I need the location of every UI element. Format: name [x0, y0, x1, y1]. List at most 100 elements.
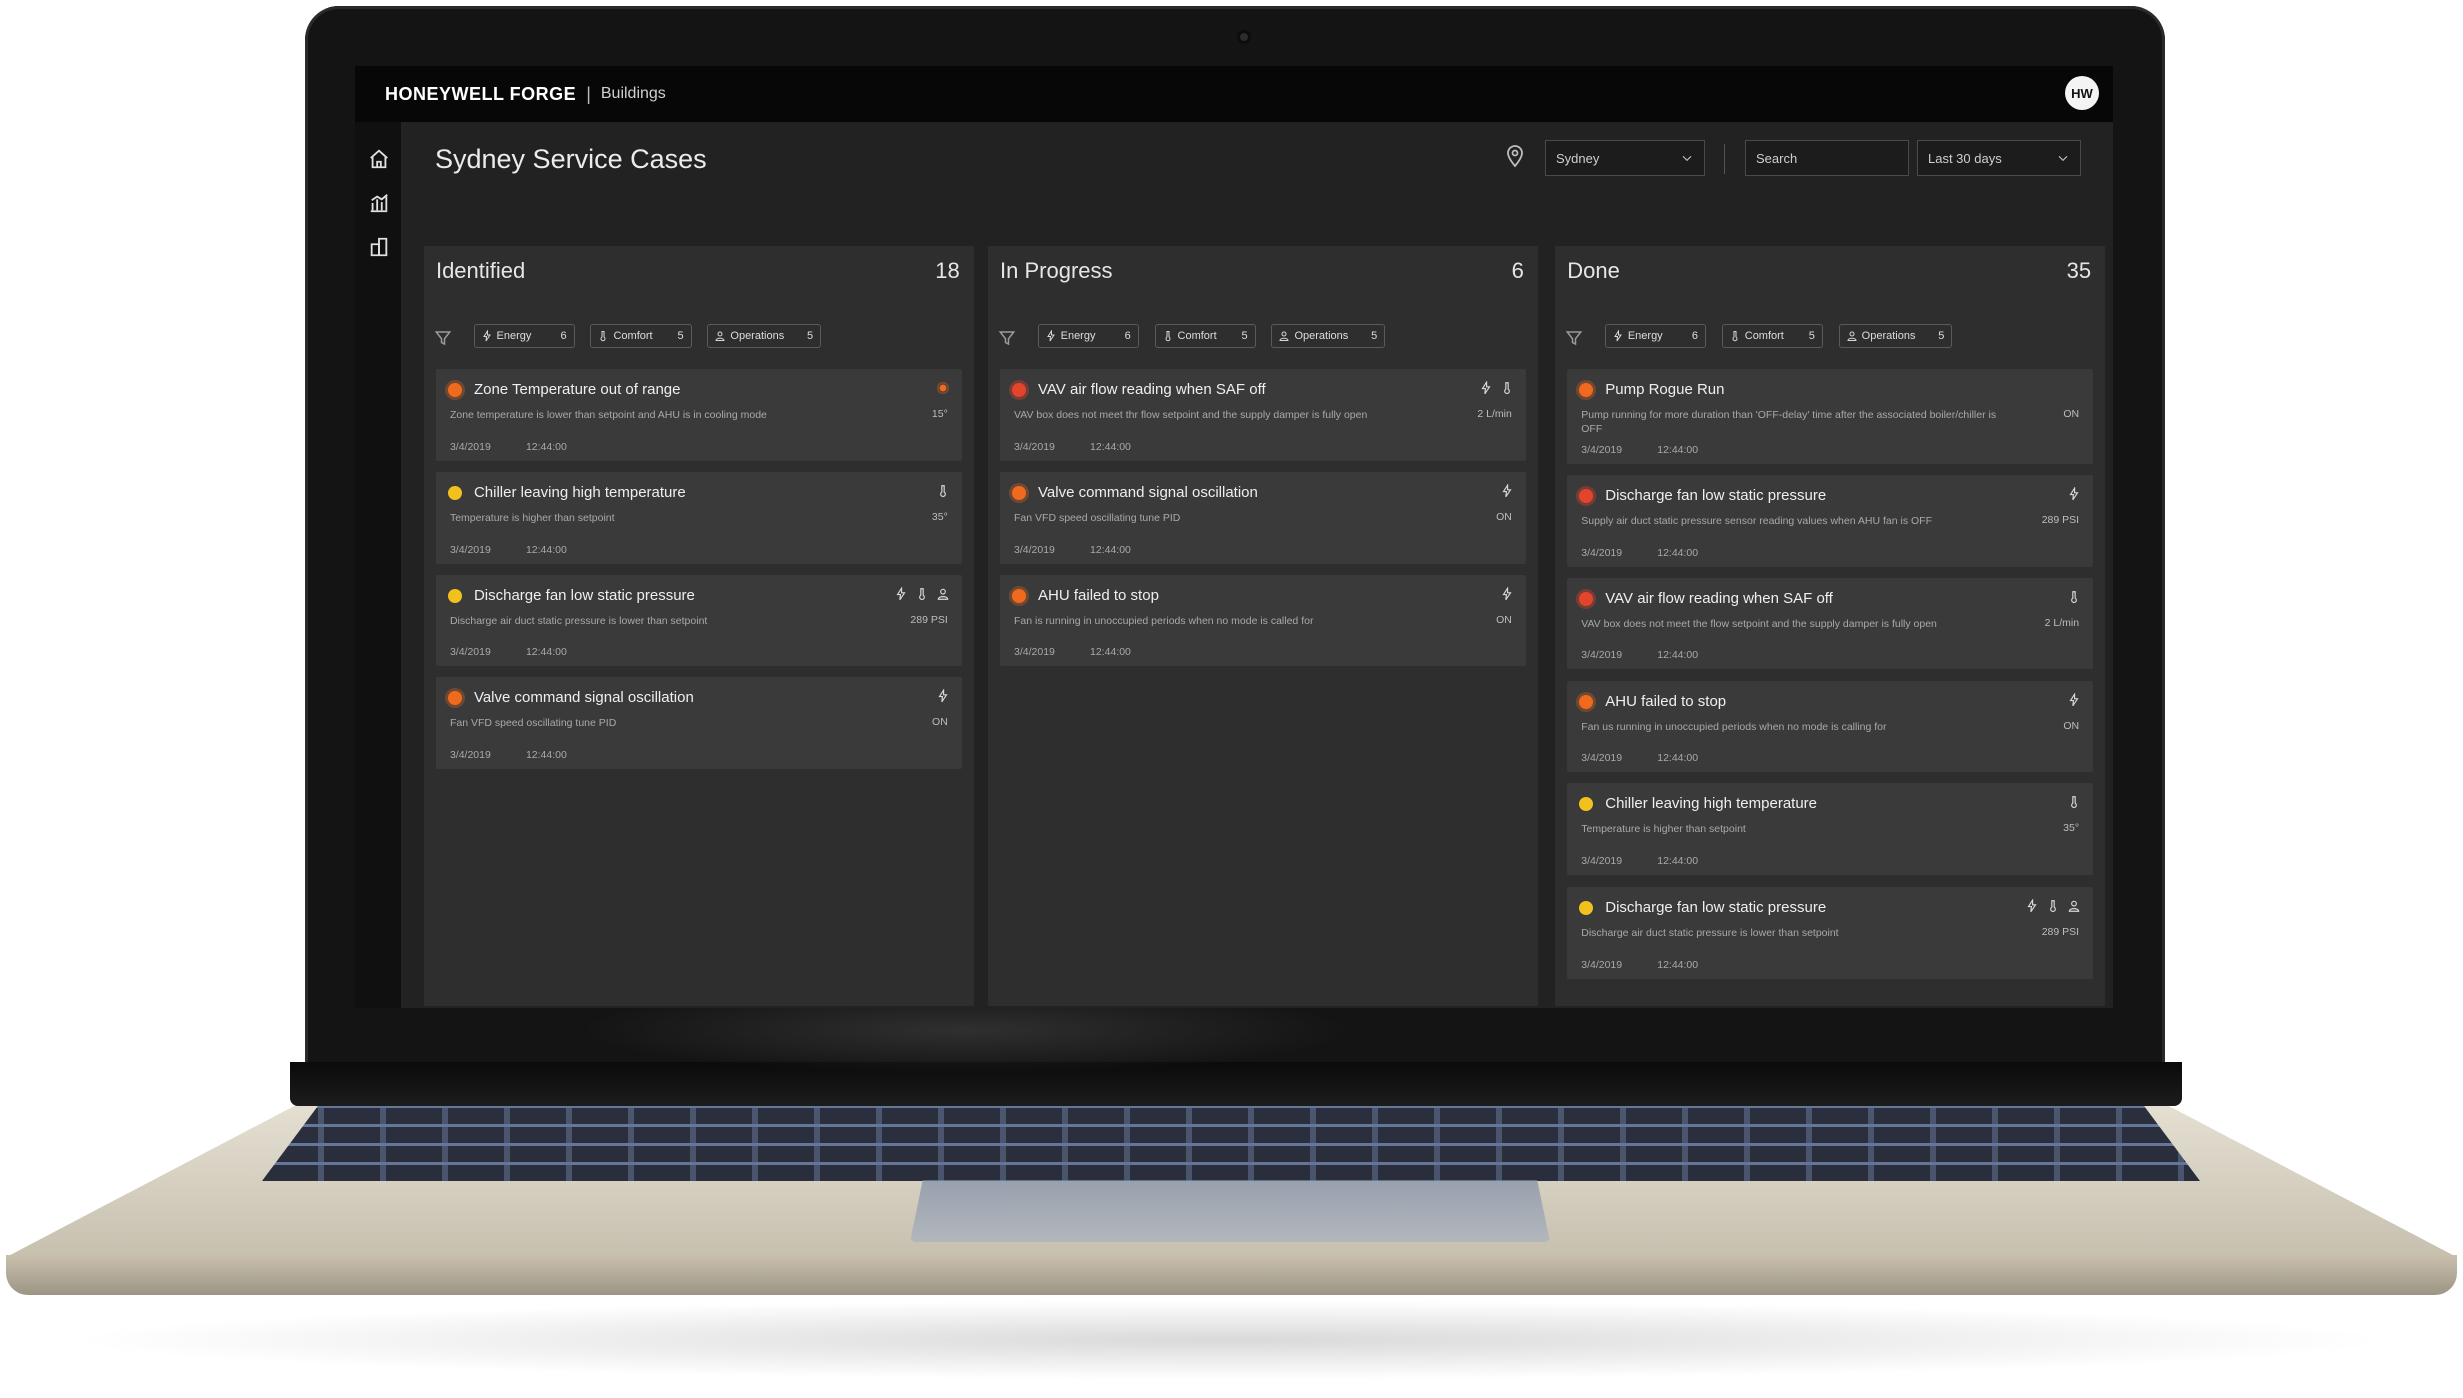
case-description: Zone temperature is lower than setpoint … [449, 409, 767, 422]
case-value: 289 PSI [2041, 926, 2080, 939]
filter-chip-count: 5 [807, 330, 814, 342]
filter-chip-energy[interactable]: Energy 6 [1037, 324, 1139, 348]
case-card[interactable]: Pump Rogue Run Pump running for more dura… [1567, 369, 2094, 465]
case-value: 289 PSI [2041, 514, 2080, 527]
case-description: Fan is running in unoccupied periods whe… [1014, 614, 1314, 627]
case-category-icons [1500, 483, 1514, 498]
filter-icon[interactable] [1565, 329, 1583, 347]
filter-chip-energy[interactable]: Energy 6 [1604, 324, 1706, 348]
person-icon [2067, 899, 2081, 913]
case-description: Supply air duct static pressure sensor r… [1581, 515, 1932, 528]
bolt-icon [1500, 483, 1514, 498]
case-description: Discharge air duct static pressure is lo… [449, 614, 708, 627]
column-header: Identified 18 [436, 258, 960, 290]
column-identified: Identified 18 Energy 6 Comfort 5 Operations 5 Zo… [423, 246, 974, 1006]
filter-chip-energy[interactable]: Energy 6 [473, 324, 575, 348]
date-range-select[interactable]: Last 30 days [1917, 140, 2081, 176]
case-card[interactable]: Valve command signal oscillation Fan VFD … [1000, 471, 1526, 564]
toolbar-divider [1724, 144, 1725, 174]
column-count: 18 [935, 258, 960, 283]
case-card[interactable]: Chiller leaving high temperature Temperat… [435, 471, 962, 564]
filter-chip-count: 5 [1241, 330, 1248, 342]
filter-icon[interactable] [434, 329, 452, 347]
case-title: Discharge fan low static pressure [473, 586, 695, 604]
home-icon[interactable] [368, 148, 390, 170]
filter-chip-count: 5 [1371, 330, 1378, 342]
filter-chip-operations[interactable]: Operations 5 [1271, 324, 1386, 348]
filter-chip-label: Comfort [613, 330, 653, 342]
filter-chip-label: Operations [1861, 330, 1916, 342]
brand-logo[interactable]: HONEYWELL FORGE [385, 84, 576, 105]
case-category-icons [1479, 381, 1514, 395]
case-card[interactable]: VAV air flow reading when SAF off VAV box… [1000, 369, 1526, 461]
case-title: AHU failed to stop [1605, 692, 1727, 710]
column-done: Done 35 Energy 6 Comfort 5 Operations 5 Pump Rog… [1555, 246, 2106, 1006]
laptop-front-edge [6, 1255, 2457, 1295]
date-range-value: Last 30 days [1928, 150, 2002, 166]
case-description: VAV box does not meet thr flow setpoint … [1014, 409, 1368, 422]
person-icon [1846, 330, 1858, 342]
case-category-icons [1500, 586, 1514, 601]
location-pin-icon[interactable] [1503, 144, 1527, 168]
case-value: ON [2063, 719, 2080, 732]
case-description: Fan us running in unoccupied periods whe… [1581, 720, 1887, 733]
case-card[interactable]: Chiller leaving high temperature Temperat… [1567, 783, 2094, 875]
bolt-icon [1500, 586, 1514, 601]
filter-chip-comfort[interactable]: Comfort 5 [590, 324, 692, 348]
status-dot [1012, 383, 1027, 398]
case-card[interactable]: VAV air flow reading when SAF off VAV box… [1567, 577, 2094, 670]
case-time: 12:44:00 [1657, 649, 1699, 662]
case-card[interactable]: Valve command signal oscillation Fan VFD … [435, 677, 962, 769]
case-description: Temperature is higher than setpoint [449, 511, 615, 524]
case-category-icons [2067, 590, 2081, 604]
case-date: 3/4/2019 [1581, 854, 1623, 867]
case-card[interactable]: AHU failed to stop Fan is running in unoc… [1000, 574, 1526, 667]
case-time: 12:44:00 [525, 748, 567, 761]
case-date: 3/4/2019 [449, 440, 491, 453]
case-description: Temperature is higher than setpoint [1581, 823, 1746, 836]
analytics-icon[interactable] [368, 192, 390, 214]
case-card[interactable]: Zone Temperature out of range Zone temper… [435, 369, 962, 461]
case-category-icons [2067, 795, 2081, 809]
case-category-icons [894, 586, 950, 601]
column-count: 35 [2066, 258, 2092, 283]
status-dot [1579, 797, 1594, 812]
bolt-icon [894, 586, 908, 601]
case-category-icons [936, 381, 950, 395]
case-title: Zone Temperature out of range [473, 381, 681, 399]
status-dot [1579, 901, 1594, 916]
bolt-icon [2067, 487, 2081, 501]
thermometer-icon [597, 330, 609, 342]
case-category-icons [2067, 487, 2081, 501]
filter-chip-comfort[interactable]: Comfort 5 [1721, 324, 1823, 348]
case-card[interactable]: Discharge fan low static pressure Dischar… [1567, 887, 2094, 980]
search-input[interactable]: Search [1745, 140, 1909, 176]
case-value: ON [932, 716, 948, 729]
case-time: 12:44:00 [1090, 543, 1131, 556]
buildings-icon[interactable] [368, 236, 390, 258]
column-title: Done [1567, 258, 1620, 283]
case-title: AHU failed to stop [1038, 586, 1159, 604]
case-title: VAV air flow reading when SAF off [1605, 589, 1833, 607]
case-date: 3/4/2019 [1581, 546, 1623, 559]
laptop-hinge [290, 1062, 2182, 1106]
bolt-icon [1612, 330, 1624, 342]
filter-chip-operations[interactable]: Operations 5 [1838, 324, 1953, 348]
case-card[interactable]: Discharge fan low static pressure Dischar… [435, 574, 962, 667]
case-card[interactable]: AHU failed to stop Fan us running in unoc… [1567, 680, 2094, 773]
case-value: ON [1496, 613, 1512, 626]
filter-chip-comfort[interactable]: Comfort 5 [1154, 324, 1256, 348]
filter-chip-operations[interactable]: Operations 5 [707, 324, 822, 348]
case-date: 3/4/2019 [449, 543, 491, 556]
filter-bar: Energy 6 Comfort 5 Operations 5 [1565, 324, 2095, 350]
column-title: In Progress [1000, 258, 1113, 283]
case-title: Discharge fan low static pressure [1605, 487, 1827, 505]
bolt-icon [1045, 330, 1057, 342]
alert-dot-icon [936, 381, 950, 395]
avatar[interactable]: HW [2065, 76, 2099, 110]
location-select[interactable]: Sydney [1545, 140, 1705, 176]
filter-icon[interactable] [998, 329, 1016, 347]
case-time: 12:44:00 [1090, 646, 1131, 659]
case-date: 3/4/2019 [1581, 959, 1623, 972]
case-card[interactable]: Discharge fan low static pressure Supply … [1567, 475, 2094, 567]
